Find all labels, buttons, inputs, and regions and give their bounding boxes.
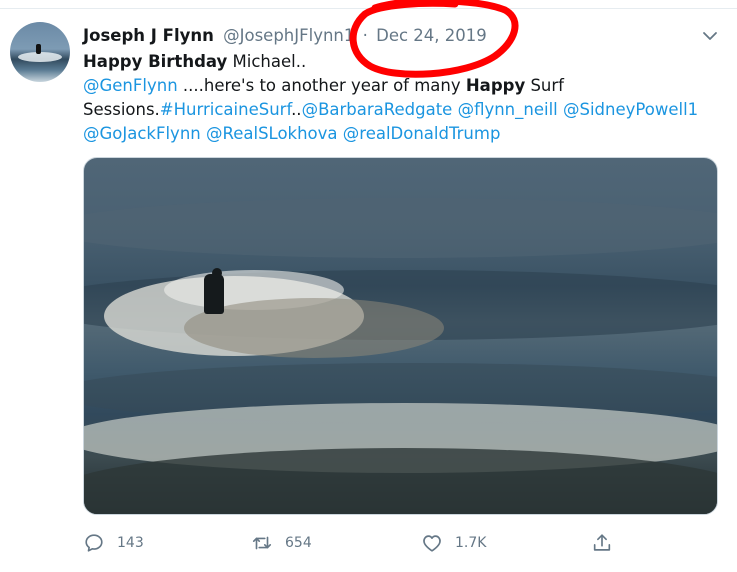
reply-count: 143	[117, 535, 144, 551]
share-icon	[593, 534, 611, 551]
reply-button[interactable]: 143	[83, 530, 144, 556]
chevron-down-icon[interactable]	[700, 26, 720, 46]
retweet-icon	[252, 536, 272, 550]
text-michael: Michael..	[227, 52, 307, 71]
text-another-year: ....here's to another year of many	[177, 76, 466, 95]
tweet-line-1: Happy Birthday Michael..	[83, 50, 723, 74]
display-name[interactable]: Joseph J Flynn	[83, 26, 214, 45]
tweet-text: Happy Birthday Michael.. @GenFlynn ....h…	[83, 50, 723, 146]
tweet-photo-surfer[interactable]	[83, 157, 718, 515]
mention-flynn-neill[interactable]: @flynn_neill	[458, 100, 558, 119]
share-button[interactable]	[591, 530, 613, 556]
like-count: 1.7K	[455, 535, 487, 551]
tweet-line-2: @GenFlynn ....here's to another year of …	[83, 74, 723, 98]
retweet-count: 654	[285, 535, 312, 551]
avatar-surfer	[36, 44, 41, 54]
mention-barbararedgate[interactable]: @BarbaraRedgate	[302, 100, 453, 119]
mention-realdonaldtrump[interactable]: @realDonaldTrump	[343, 124, 501, 143]
tweet-date[interactable]: Dec 24, 2019	[376, 26, 487, 45]
whitewater-dark	[84, 448, 717, 514]
top-divider	[0, 8, 737, 9]
user-handle[interactable]: @JosephJFlynn1	[223, 26, 354, 45]
surfer-figure	[204, 274, 224, 314]
text-dots: ..	[291, 100, 302, 119]
wave-band-far	[84, 198, 717, 258]
text-surf: Surf	[525, 76, 564, 95]
mention-realslokhova[interactable]: @RealSLokhova	[206, 124, 338, 143]
text-sessions: Sessions.	[83, 100, 160, 119]
bold-happy: Happy	[465, 76, 526, 95]
surfer-head	[212, 268, 222, 278]
mention-genflynn[interactable]: @GenFlynn	[83, 76, 178, 95]
separator-dot: ·	[362, 26, 368, 45]
bold-happy-birthday: Happy Birthday	[83, 52, 228, 71]
mention-gojackflynn[interactable]: @GoJackFlynn	[83, 124, 201, 143]
hashtag-hurricainesurf[interactable]: #HurricaineSurf	[160, 100, 291, 119]
tweet-line-3: Sessions.#HurricaineSurf..@BarbaraRedgat…	[83, 98, 723, 122]
tweet-header: Joseph J Flynn @JosephJFlynn1 · Dec 24, …	[83, 24, 487, 48]
avatar[interactable]	[10, 22, 70, 82]
tweet-actions: 143 654 1.7K	[83, 530, 643, 556]
retweet-button[interactable]: 654	[251, 530, 312, 556]
tweet-line-4: @GoJackFlynn @RealSLokhova @realDonaldTr…	[83, 122, 723, 146]
mention-sidneypowell1[interactable]: @SidneyPowell1	[563, 100, 698, 119]
like-button[interactable]: 1.7K	[421, 530, 486, 556]
reply-icon	[85, 534, 103, 552]
like-icon	[423, 535, 441, 552]
